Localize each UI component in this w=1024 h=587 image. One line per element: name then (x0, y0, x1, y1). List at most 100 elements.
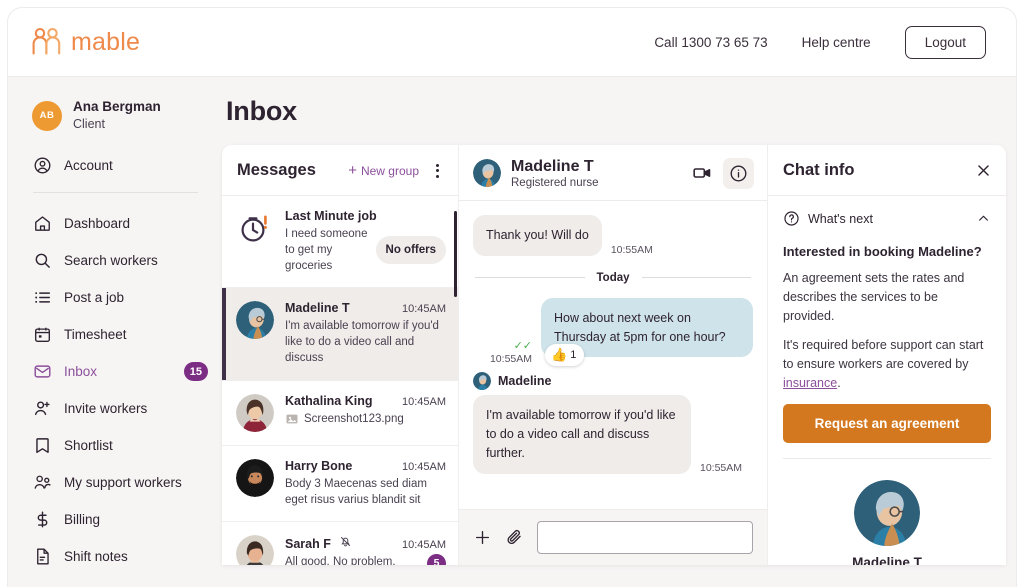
conversation-name: Sarah F (285, 536, 331, 551)
chat-panel: Madeline T Registered nurse Thank you! W… (459, 145, 768, 565)
messages-panel: Messages + New group Last Minute job I n… (222, 145, 459, 565)
sidebar-item-label: Inbox (64, 364, 98, 380)
message-reaction[interactable]: 👍 1 (545, 344, 585, 367)
chat-message-time: 10:55AM (610, 243, 653, 256)
conversation-time: 10:45AM (401, 303, 446, 316)
contact-profile-name: Madeline T (852, 554, 922, 566)
request-agreement-button[interactable]: Request an agreement (783, 403, 991, 443)
close-icon (978, 165, 989, 176)
sidebar-item-timesheet[interactable]: Timesheet (8, 316, 222, 353)
conversation-preview: I need someone to get my groceries (285, 228, 368, 273)
chat-message-row: ✓✓ 10:55AM How about next week on Thursd… (473, 297, 753, 367)
avatar (236, 458, 274, 497)
more-options-icon[interactable] (427, 163, 445, 178)
close-button[interactable] (975, 162, 992, 179)
list-item[interactable]: Madeline T 10:45AM I'm available tomorro… (222, 288, 458, 381)
sidebar-item-dashboard[interactable]: Dashboard (8, 205, 222, 242)
sidebar-item-shift-notes[interactable]: Shift notes (8, 538, 222, 575)
booking-paragraph-1: An agreement sets the rates and describe… (783, 271, 965, 323)
reaction-count: 1 (570, 349, 577, 362)
list-item[interactable]: Last Minute job I need someone to get my… (222, 196, 458, 289)
thumbs-up-icon: 👍 (551, 347, 568, 363)
message-input[interactable] (537, 521, 753, 554)
app-window: mable Call 1300 73 65 73 Help centre Log… (8, 8, 1016, 587)
list-item[interactable]: Kathalina King 10:45AM Screenshot123.png (222, 381, 458, 446)
sidebar-nav: Dashboard Search workers Post a job Time… (8, 205, 222, 575)
paperclip-icon (507, 530, 521, 545)
sidebar-item-account[interactable]: Account (8, 149, 222, 175)
sidebar-user-block[interactable]: AB Ana Bergman Client (8, 99, 222, 132)
sidebar-item-billing[interactable]: Billing (8, 501, 222, 538)
add-attachment-button[interactable] (473, 528, 492, 547)
conversation-list-scrollbar[interactable] (453, 211, 457, 297)
sidebar-item-shortlist[interactable]: Shortlist (8, 427, 222, 464)
logout-button[interactable]: Logout (904, 25, 986, 59)
sidebar-item-label: Shift notes (64, 549, 128, 565)
conversation-name: Madeline T (285, 301, 350, 316)
messages-panel-header: Messages + New group (222, 145, 458, 196)
bell-muted-icon (340, 536, 350, 547)
attach-file-button[interactable] (505, 528, 524, 547)
help-centre-link[interactable]: Help centre (802, 35, 871, 50)
mable-logo[interactable]: mable (30, 27, 140, 57)
top-header-actions: Call 1300 73 65 73 Help centre Logout (654, 25, 986, 59)
contact-profile-block[interactable]: Madeline T (783, 459, 991, 566)
chat-header-actions (686, 157, 754, 189)
status-badge: No offers (375, 236, 446, 265)
sidebar-item-post-a-job[interactable]: Post a job (8, 279, 222, 316)
whats-next-section-toggle[interactable]: What's next (783, 210, 991, 231)
conversation-time: 10:45AM (401, 538, 446, 551)
user-plus-icon (34, 401, 50, 416)
avatar (854, 479, 920, 546)
sidebar-item-label: Search workers (64, 253, 158, 269)
sidebar-item-label: Timesheet (64, 327, 127, 343)
day-separator-label: Today (596, 271, 630, 284)
document-icon (37, 548, 49, 565)
chat-info-panel: Chat info What's next Interested in book… (768, 145, 1006, 565)
image-attachment-icon (286, 414, 298, 423)
inbox-panels: Messages + New group Last Minute job I n… (222, 145, 1006, 565)
chat-sender-line: Madeline (473, 372, 753, 391)
info-icon (730, 165, 747, 182)
mable-logo-icon (32, 27, 61, 55)
booking-paragraph-2-pre: It's required before support can start t… (783, 338, 984, 371)
stopwatch-alert-icon (236, 209, 274, 247)
conversation-name: Last Minute job (285, 209, 377, 223)
avatar (236, 393, 274, 432)
sidebar-item-label: Billing (64, 512, 101, 528)
question-mark-icon (784, 211, 799, 226)
sidebar-item-inbox[interactable]: Inbox 15 (8, 353, 222, 390)
sidebar: AB Ana Bergman Client Account Dashboard … (8, 77, 222, 587)
list-item[interactable]: Sarah F 10:45AM All good. No problem. 5 (222, 522, 458, 565)
conversation-preview: All good. No problem. (285, 555, 396, 565)
chat-info-button[interactable] (723, 157, 754, 189)
chat-sender-name: Madeline (498, 374, 552, 389)
plus-icon (475, 530, 490, 545)
booking-paragraph-2: It's required before support can start t… (783, 336, 991, 392)
sidebar-item-search-workers[interactable]: Search workers (8, 242, 222, 279)
call-phone-link[interactable]: Call 1300 73 65 73 (654, 35, 767, 50)
avatar (473, 372, 491, 391)
sidebar-item-label: Shortlist (64, 438, 113, 454)
chevron-up-icon (976, 211, 991, 226)
new-group-button[interactable]: + New group (348, 163, 419, 178)
sidebar-item-invite-workers[interactable]: Invite workers (8, 390, 222, 427)
message-composer (459, 509, 767, 565)
whats-next-label: What's next (808, 211, 873, 226)
account-circle-icon (34, 157, 51, 174)
plus-icon: + (348, 162, 357, 179)
list-item[interactable]: Harry Bone 10:45AM Body 3 Maecenas sed d… (222, 446, 458, 522)
video-call-button[interactable] (686, 158, 717, 189)
chat-message-row: I'm available tomorrow if you'd like to … (473, 395, 753, 474)
booking-heading: Interested in booking Madeline? (783, 244, 982, 259)
envelope-icon (34, 365, 51, 378)
chat-info-title: Chat info (783, 161, 855, 179)
mable-logo-text: mable (71, 27, 141, 56)
conversation-preview: Screenshot123.png (304, 412, 404, 425)
search-icon (35, 253, 50, 268)
insurance-link[interactable]: insurance (783, 376, 837, 390)
top-header-bar: mable Call 1300 73 65 73 Help centre Log… (8, 8, 1016, 77)
sidebar-item-my-support-workers[interactable]: My support workers (8, 464, 222, 501)
video-camera-icon (692, 168, 710, 178)
conversation-time: 10:45AM (401, 395, 446, 408)
